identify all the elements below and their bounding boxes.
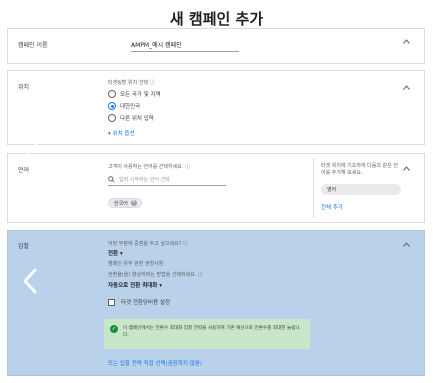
close-icon[interactable]: ✕ — [130, 200, 137, 206]
campaign-name-input[interactable]: AMPM_예시 캠페인 — [131, 40, 182, 49]
bidding-method-dropdown[interactable]: 자동으로 전환 최대화 ▾ — [108, 281, 162, 289]
checkbox-label: 타겟 전환당비용 설정 — [121, 300, 171, 306]
campaign-name-section: 캠페인 이름 AMPM_예시 캠페인 — [7, 28, 425, 64]
campaign-name-underline — [131, 51, 239, 52]
bidding-notice: ✓ 이 캠페인에서는 전환수 최대화 입찰 전략을 사용하여 기존 예산으로 전… — [104, 319, 310, 349]
chevron-up-icon[interactable] — [403, 165, 410, 173]
location-section: 위치 타겟팅할 위치 선택 ⓘ 모든 국가 및 지역 대한민국 다른 위치 입력… — [7, 70, 425, 145]
location-hint: 타겟팅할 위치 선택 ⓘ — [108, 80, 155, 86]
bidding-method-prompt: 전환율(을) 향상하려는 방법을 선택하세요. ⓘ — [108, 272, 204, 278]
bidding-section: 입찰 어떤 부분에 중점을 두고 싶으세요? ⓘ 전환 ▾ 캠페인 유무 관련 … — [7, 230, 425, 376]
campaign-name-label: 캠페인 이름 — [18, 42, 48, 49]
divider — [313, 158, 314, 218]
manual-bid-strategy-link[interactable]: 또는 입찰 전략 직접 선택(권장하지 않음) — [108, 359, 202, 367]
arrow-left-icon[interactable] — [22, 268, 38, 298]
suggested-language-english[interactable]: 영어 — [321, 184, 401, 195]
checkbox-icon — [108, 298, 115, 306]
language-hint: 고객이 사용하는 언어를 선택하세요. ⓘ — [108, 164, 190, 170]
add-all-languages-link[interactable]: 전체 추가 — [321, 203, 343, 211]
check-circle-icon: ✓ — [110, 325, 118, 333]
bidding-label: 입찰 — [18, 243, 30, 250]
radio-label: 모든 국가 및 지역 — [120, 92, 161, 98]
bidding-focus-dropdown[interactable]: 전환 ▾ — [108, 249, 123, 257]
radio-other-location[interactable]: 다른 위치 입력 — [108, 114, 154, 122]
reload-icon[interactable] — [22, 202, 42, 226]
radio-label: 대한민국 — [120, 104, 141, 110]
language-suggestion-note: 타겟 위치에 기초하여 다음과 같은 언어를 추가해 보세요. — [321, 163, 398, 176]
page-title: 새 캠페인 추가 — [169, 10, 264, 28]
chevron-up-icon[interactable] — [403, 241, 410, 249]
radio-icon — [108, 90, 116, 98]
arrow-right-icon[interactable] — [24, 133, 40, 159]
language-search-input[interactable]: 입력 시작하는 언어 선택 — [108, 174, 226, 186]
language-chip-korean[interactable]: 한국어 ✕ — [108, 198, 142, 208]
radio-all-countries[interactable]: 모든 국가 및 지역 — [108, 90, 161, 98]
radio-icon — [108, 114, 116, 122]
radio-selected-icon — [108, 102, 116, 110]
radio-label: 다른 위치 입력 — [120, 116, 154, 122]
location-options-link[interactable]: ▾ 위치 옵션 — [108, 129, 135, 137]
location-label: 위치 — [18, 84, 30, 91]
chevron-up-icon[interactable] — [403, 84, 410, 92]
bidding-focus-note: 캠페인 유무 관련 권장사항 — [108, 261, 164, 267]
bidding-focus-prompt: 어떤 부분에 중점을 두고 싶으세요? ⓘ — [108, 241, 189, 247]
radio-korea[interactable]: 대한민국 — [108, 102, 140, 110]
language-section: 언어 고객이 사용하는 언어를 선택하세요. ⓘ 입력 시작하는 언어 선택 한… — [7, 153, 425, 223]
language-label: 언어 — [18, 167, 30, 174]
chevron-up-icon[interactable] — [403, 38, 410, 46]
search-icon — [108, 176, 115, 183]
notice-text: 이 캠페인에서는 전환수 최대화 입찰 전략을 사용하여 기존 예산으로 전환수… — [123, 326, 300, 338]
search-placeholder: 입력 시작하는 언어 선택 — [119, 177, 170, 183]
target-cpa-checkbox[interactable]: 타겟 전환당비용 설정 — [108, 298, 170, 306]
chip-label: 한국어 — [114, 200, 128, 207]
